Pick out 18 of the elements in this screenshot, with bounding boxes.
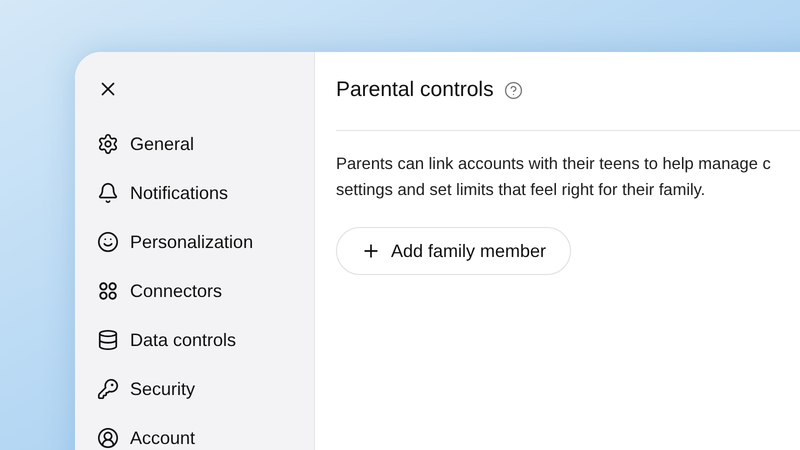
database-icon [97,329,119,351]
gear-icon [97,133,119,155]
sidebar-item[interactable]: Connectors [97,277,314,305]
sidebar-item[interactable]: Personalization [97,228,314,256]
add-family-member-button[interactable]: Add family member [336,227,572,275]
sidebar-item[interactable]: Security [97,375,314,403]
sidebar-item[interactable]: General [97,130,314,158]
bell-icon [97,182,119,204]
help-icon[interactable] [504,80,523,100]
page-title: Parental controls [336,77,494,104]
description: Parents can link accounts with their teens to help manage c settings and set limits that feel right for their family. [336,154,772,201]
key-icon [97,378,119,400]
four-circles-icon [97,280,119,302]
sidebar-item[interactable]: Account [97,424,314,450]
sidebar-item[interactable]: Notifications [97,179,314,207]
sidebar-item[interactable]: Data controls [97,326,314,354]
user-icon [97,427,119,449]
smile-icon [97,231,119,253]
